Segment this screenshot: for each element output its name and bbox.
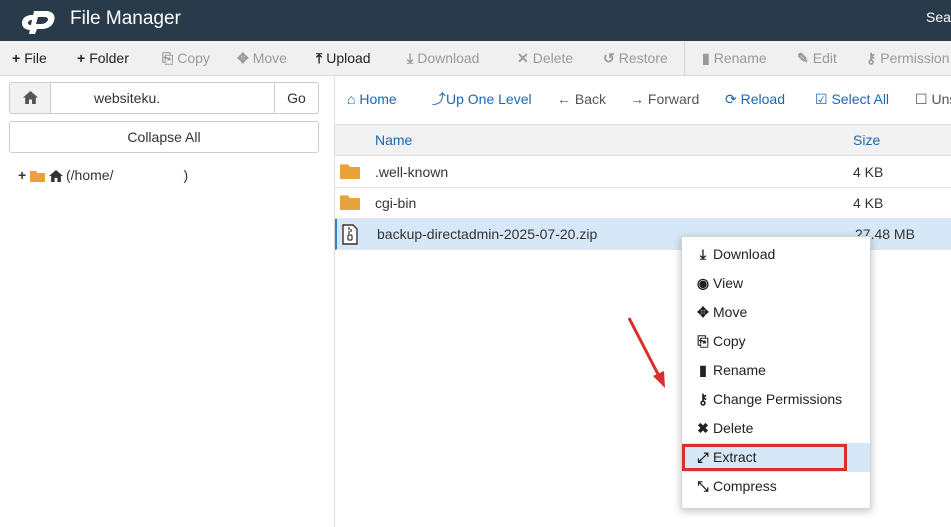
home-icon: ⌂ xyxy=(347,91,356,107)
download-icon: ⤓ xyxy=(407,50,414,66)
home-nav-button[interactable]: ⌂ Home xyxy=(347,83,397,115)
file-size: 4 KB xyxy=(853,164,884,180)
download-button[interactable]: ⤓ Download xyxy=(407,41,479,75)
upload-button[interactable]: ⤒ Upload xyxy=(316,41,371,75)
cpanel-logo xyxy=(22,11,55,34)
arrow-right-icon: → xyxy=(630,91,644,107)
compress-icon: ⤡ xyxy=(697,478,709,494)
context-menu-rename[interactable]: ▮ Rename xyxy=(682,356,870,385)
home-icon xyxy=(49,170,63,182)
permissions-button[interactable]: ⚷ Permission xyxy=(866,41,950,75)
unselect-all-button[interactable]: ☐ Uns xyxy=(915,83,951,115)
forward-button[interactable]: → Forward xyxy=(630,83,699,115)
expand-icon[interactable]: + xyxy=(18,166,30,184)
restore-button[interactable]: ↺ Restore xyxy=(603,41,668,75)
go-button[interactable]: Go xyxy=(274,82,319,114)
copy-button[interactable]: ⎘ Copy xyxy=(162,41,210,75)
top-bar: File Manager Sea xyxy=(0,0,951,41)
file-name: backup-directadmin-2025-07-20.zip xyxy=(377,226,598,242)
file-name: .well-known xyxy=(375,164,449,180)
upload-icon: ⤒ xyxy=(316,50,323,66)
plus-icon: + xyxy=(77,50,86,66)
path-input[interactable] xyxy=(50,82,275,114)
toolbar-divider xyxy=(684,41,685,75)
collapse-all-button[interactable]: Collapse All xyxy=(9,121,319,153)
copy-icon: ⎘ xyxy=(697,333,709,349)
reload-button[interactable]: ⟳ Reload xyxy=(725,83,785,115)
move-icon: ✥ xyxy=(237,50,249,66)
file-name: cgi-bin xyxy=(375,195,417,211)
context-menu-copy[interactable]: ⎘ Copy xyxy=(682,327,870,356)
delete-button[interactable]: ✕ Delete xyxy=(517,41,573,75)
reload-icon: ⟳ xyxy=(725,91,737,107)
toolbar: + File + Folder ⎘ Copy ✥ Move ⤒ Upload ⤓ Downl… xyxy=(0,41,951,76)
download-icon: ⤓ xyxy=(699,246,707,262)
key-icon: ⚷ xyxy=(866,50,877,66)
context-menu-delete[interactable]: ✖ Delete xyxy=(682,414,870,443)
file-icon: ▮ xyxy=(702,50,710,66)
checkbox-checked-icon: ☑ xyxy=(815,91,828,107)
file-size: 4 KB xyxy=(853,195,884,211)
close-icon: ✖ xyxy=(697,420,709,436)
zip-file-icon xyxy=(342,224,358,245)
new-folder-button[interactable]: + Folder xyxy=(77,41,129,75)
up-one-level-button[interactable]: ⤴Up One Level xyxy=(432,83,532,115)
new-file-button[interactable]: + File xyxy=(12,41,47,75)
app-title: File Manager xyxy=(70,8,181,29)
home-icon xyxy=(23,91,38,104)
copy-icon: ⎘ xyxy=(162,50,174,66)
extract-highlight-box xyxy=(682,444,847,471)
key-icon: ⚷ xyxy=(697,391,709,407)
rename-button[interactable]: ▮ Rename xyxy=(702,41,767,75)
plus-icon: + xyxy=(12,50,21,66)
file-icon: ▮ xyxy=(699,362,707,378)
eye-icon: ◉ xyxy=(696,275,710,291)
restore-icon: ↺ xyxy=(603,50,615,66)
context-menu-change-permissions[interactable]: ⚷ Change Permissions xyxy=(682,385,870,414)
level-up-icon: ⤴ xyxy=(432,91,446,107)
column-header-size[interactable]: Size xyxy=(853,132,880,148)
context-menu-download[interactable]: ⤓ Download xyxy=(682,240,870,269)
close-icon: ✕ xyxy=(517,50,529,66)
tree-root-label: (/home/ xyxy=(66,167,114,183)
column-header-name[interactable]: Name xyxy=(375,132,412,148)
sidebar-home-button[interactable] xyxy=(9,82,51,114)
checkbox-empty-icon: ☐ xyxy=(915,91,928,107)
move-button[interactable]: ✥ Move xyxy=(237,41,287,75)
folder-icon xyxy=(30,171,45,182)
annotation-arrow-icon xyxy=(627,317,665,388)
arrow-left-icon: ← xyxy=(557,91,571,107)
context-menu-move[interactable]: ✥ Move xyxy=(682,298,870,327)
context-menu-view[interactable]: ◉ View xyxy=(682,269,870,298)
table-row[interactable]: .well-known 4 KB xyxy=(335,157,951,188)
pencil-icon: ✎ xyxy=(797,50,809,66)
context-menu-compress[interactable]: ⤡ Compress xyxy=(682,472,870,501)
folder-icon xyxy=(340,195,360,210)
folder-icon xyxy=(340,164,360,179)
navigation-bar: ⌂ Home ⤴Up One Level ← Back → Forward ⟳ … xyxy=(335,83,951,115)
tree-root-item[interactable]: + (/home/) xyxy=(18,166,188,184)
search-link[interactable]: Sea xyxy=(926,9,951,25)
back-button[interactable]: ← Back xyxy=(557,83,606,115)
table-row[interactable]: cgi-bin 4 KB xyxy=(335,188,951,219)
select-all-button[interactable]: ☑ Select All xyxy=(815,83,889,115)
move-icon: ✥ xyxy=(697,304,709,320)
edit-button[interactable]: ✎ Edit xyxy=(797,41,837,75)
file-table-header: Name Size xyxy=(335,124,951,156)
